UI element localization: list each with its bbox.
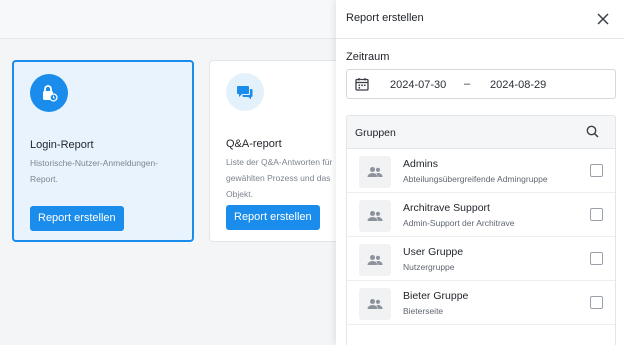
group-name: Architrave Support bbox=[403, 202, 490, 214]
search-icon[interactable] bbox=[586, 125, 599, 143]
lock-icon bbox=[30, 74, 68, 112]
card-title: Login-Report bbox=[30, 139, 94, 151]
login-report-card[interactable]: Login-Report Historische-Nutzer-Anmeldun… bbox=[12, 60, 194, 242]
group-icon bbox=[359, 244, 391, 276]
list-item[interactable]: Bieter Gruppe Bieterseite bbox=[347, 281, 615, 325]
group-description: Abteilungsübergreifende Admingruppe bbox=[403, 174, 548, 184]
list-item[interactable]: Architrave Support Admin-Support der Arc… bbox=[347, 193, 615, 237]
group-icon bbox=[359, 288, 391, 320]
group-description: Admin-Support der Architrave bbox=[403, 218, 515, 228]
date-to[interactable]: 2024-08-29 bbox=[490, 79, 546, 91]
group-name: Admins bbox=[403, 158, 439, 170]
date-range-picker[interactable]: 2024-07-30 – 2024-08-29 bbox=[346, 69, 616, 99]
close-icon[interactable] bbox=[594, 10, 612, 28]
groups-header: Gruppen bbox=[347, 116, 615, 149]
date-range-label: Zeitraum bbox=[346, 51, 390, 63]
report-panel: Report erstellen Zeitraum 2024-07-30 – 2… bbox=[336, 0, 624, 345]
group-checkbox[interactable] bbox=[590, 252, 603, 265]
groups-list: Gruppen Admins Abteilungsübergreifende A… bbox=[346, 115, 616, 345]
groups-title: Gruppen bbox=[355, 127, 396, 139]
create-report-button[interactable]: Report erstellen bbox=[226, 205, 320, 230]
group-checkbox[interactable] bbox=[590, 208, 603, 221]
date-from[interactable]: 2024-07-30 bbox=[390, 79, 446, 91]
card-description: Liste der Q&A-Antworten für gewählten Pr… bbox=[226, 157, 333, 199]
group-description: Bieterseite bbox=[403, 306, 444, 316]
list-item[interactable]: Admins Abteilungsübergreifende Admingrup… bbox=[347, 149, 615, 193]
panel-title: Report erstellen bbox=[346, 12, 424, 24]
date-separator: – bbox=[464, 78, 471, 90]
card-title: Q&A-report bbox=[226, 138, 282, 150]
group-name: Bieter Gruppe bbox=[403, 290, 469, 302]
group-checkbox[interactable] bbox=[590, 296, 603, 309]
group-icon bbox=[359, 156, 391, 188]
group-icon bbox=[359, 200, 391, 232]
group-description: Nutzergruppe bbox=[403, 262, 455, 272]
group-name: User Gruppe bbox=[403, 246, 464, 258]
chat-icon bbox=[226, 73, 264, 111]
create-report-button[interactable]: Report erstellen bbox=[30, 206, 124, 231]
card-description: Historische-Nutzer-Anmeldungen- Report. bbox=[30, 158, 159, 184]
panel-header: Report erstellen bbox=[336, 0, 624, 39]
list-item[interactable]: User Gruppe Nutzergruppe bbox=[347, 237, 615, 281]
group-checkbox[interactable] bbox=[590, 164, 603, 177]
calendar-icon[interactable] bbox=[355, 77, 369, 96]
